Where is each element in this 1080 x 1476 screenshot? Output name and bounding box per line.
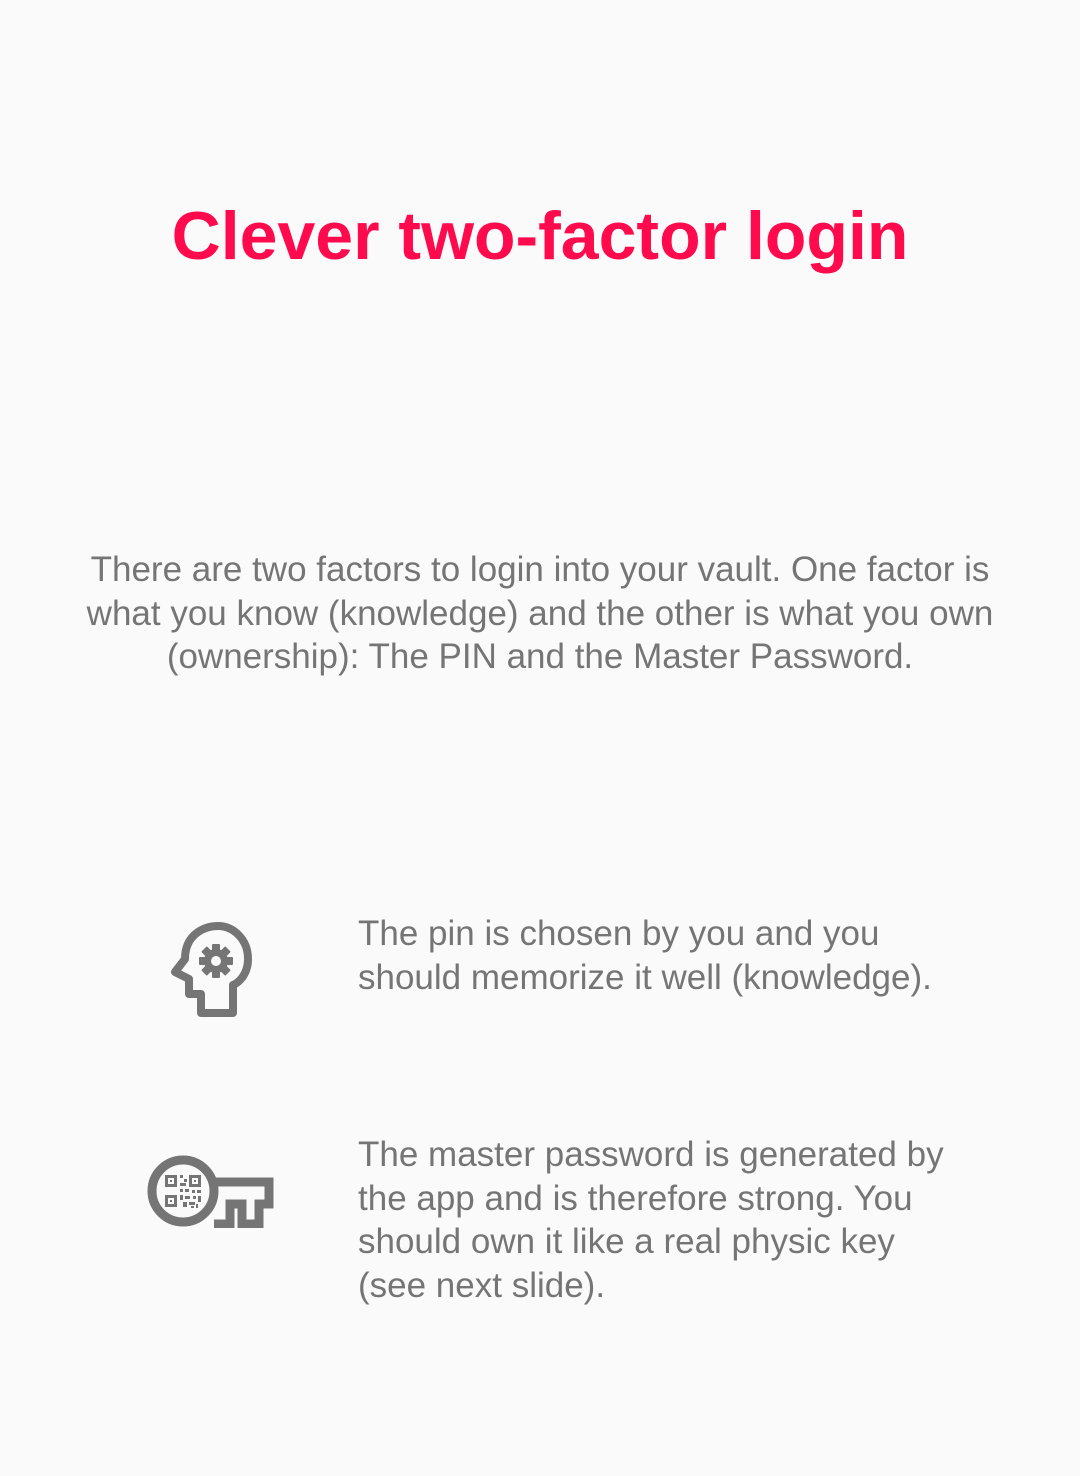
key-qr-icon xyxy=(147,1155,274,1228)
head-gear-icon xyxy=(171,922,252,1017)
intro-text: There are two factors to login into your… xyxy=(86,550,994,676)
pin-description: The pin is chosen by you and you should … xyxy=(358,914,932,997)
master-password-description: The master password is generated by the … xyxy=(358,1135,944,1305)
slide-title: Clever two-factor login xyxy=(171,198,909,274)
